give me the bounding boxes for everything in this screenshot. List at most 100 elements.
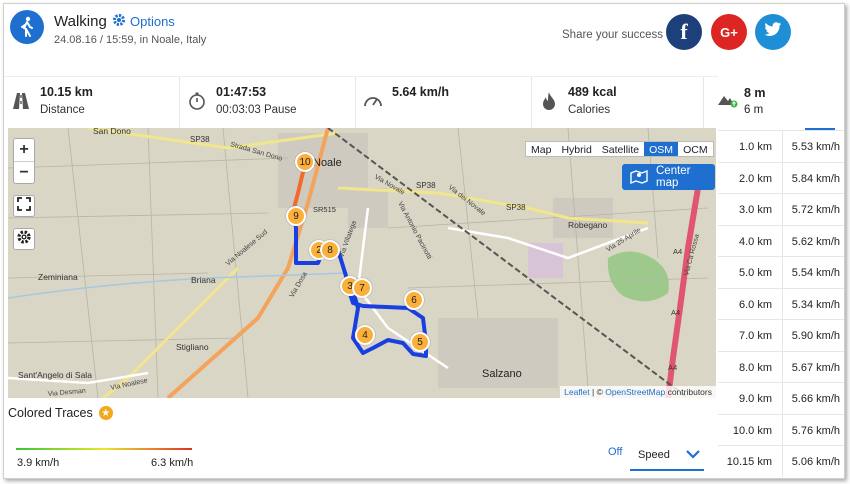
walking-person-icon	[10, 10, 44, 44]
colored-traces-label: Colored Traces	[8, 406, 93, 420]
split-distance: 5.0 km	[738, 267, 772, 279]
route-marker[interactable]: 6	[404, 290, 424, 310]
stat-calories: 489 kcal Calories	[538, 77, 704, 129]
place-label: Briana	[191, 275, 216, 285]
road-icon	[10, 90, 32, 112]
split-row: 10.15 km 5.06 km/h	[718, 445, 844, 477]
route-marker[interactable]: 7	[352, 278, 372, 298]
layer-ocm[interactable]: OCM	[678, 142, 713, 156]
split-row: 6.0 km 5.34 km/h	[718, 287, 844, 320]
split-speed: 5.76 km/h	[782, 414, 844, 446]
place-label: Salzano	[482, 368, 522, 380]
stat-value: 01:47:53	[216, 85, 267, 99]
place-label: Sant'Angelo di Sala	[18, 370, 92, 380]
split-speed: 5.06 km/h	[782, 446, 844, 477]
stat-duration: 01:47:53 00:03:03 Pause	[186, 77, 356, 129]
facebook-icon: f	[680, 19, 688, 44]
split-row: 10.0 km 5.76 km/h	[718, 413, 844, 446]
twitter-share-button[interactable]	[755, 14, 791, 50]
split-distance: 9.0 km	[738, 393, 772, 405]
split-distance: 3.0 km	[738, 204, 772, 216]
zoom-out-button[interactable]: −	[14, 161, 34, 183]
stat-value: 5.64 km/h	[392, 85, 449, 99]
route-marker[interactable]: 10	[295, 152, 315, 172]
road-label: A4	[673, 247, 682, 256]
fullscreen-icon	[17, 196, 31, 216]
mountain-up-icon	[718, 92, 738, 113]
split-row: 7.0 km 5.90 km/h	[718, 319, 844, 351]
divider	[531, 77, 532, 129]
split-speed: 5.34 km/h	[782, 288, 844, 320]
activity-header: Walking Options 24.08.16 / 15:59, in Noa…	[4, 4, 844, 66]
split-speed: 5.53 km/h	[782, 131, 844, 162]
layer-map[interactable]: Map	[526, 142, 556, 156]
split-row: 5.0 km 5.54 km/h	[718, 256, 844, 288]
divider	[703, 77, 704, 129]
googleplus-icon: G+	[720, 24, 738, 40]
split-distance: 2.0 km	[738, 172, 772, 185]
traces-off-button[interactable]: Off	[608, 446, 622, 458]
layer-hybrid[interactable]: Hybrid	[556, 142, 596, 156]
split-row: 4.0 km 5.62 km/h	[718, 224, 844, 257]
split-row: 8.0 km 5.67 km/h	[718, 350, 844, 383]
facebook-share-button[interactable]: f	[666, 14, 702, 50]
road-label: SP38	[416, 181, 436, 190]
split-speed: 5.72 km/h	[782, 194, 844, 225]
route-marker[interactable]: 5	[410, 332, 430, 352]
split-speed: 5.67 km/h	[782, 351, 844, 383]
split-distance: 4.0 km	[738, 235, 772, 248]
elevation-down: 6 m	[744, 104, 764, 116]
stat-value: 10.15 km	[40, 85, 93, 99]
route-marker[interactable]: 4	[355, 325, 375, 345]
divider	[179, 77, 180, 129]
stat-label: 00:03:03 Pause	[216, 104, 297, 116]
road-label: A4	[668, 363, 677, 372]
split-row: 9.0 km 5.66 km/h	[718, 382, 844, 414]
map-layer-switcher: Map Hybrid Satellite OSM OCM	[525, 141, 714, 157]
options-label: Options	[130, 14, 175, 29]
stat-value: 489 kcal	[568, 85, 617, 99]
googleplus-share-button[interactable]: G+	[711, 14, 747, 50]
speed-gradient-legend	[16, 448, 192, 450]
activity-title: Walking	[54, 13, 107, 30]
place-label: San Dono	[93, 128, 131, 136]
split-row: 1.0 km 5.53 km/h	[718, 130, 844, 162]
route-marker[interactable]: 9	[286, 206, 306, 226]
leaflet-link[interactable]: Leaflet	[564, 387, 590, 397]
fullscreen-button[interactable]	[13, 195, 35, 217]
elevation-up: 8 m	[744, 86, 766, 100]
metric-value: Speed	[638, 449, 670, 461]
map-attribution: Leaflet | © OpenStreetMap contributors	[560, 386, 716, 398]
star-icon[interactable]: ★	[98, 406, 113, 420]
layer-satellite[interactable]: Satellite	[597, 142, 644, 156]
options-button[interactable]: Options	[112, 13, 175, 30]
center-map-label: Center map	[656, 165, 691, 189]
split-distance: 6.0 km	[738, 298, 772, 311]
route-marker[interactable]: 8	[320, 240, 340, 260]
gradient-min: 3.9 km/h	[17, 457, 60, 469]
split-distance: 1.0 km	[738, 141, 772, 153]
route-map[interactable]: San Dono Noale Zeminiana Briana Stiglian…	[8, 128, 716, 398]
stat-distance: 10.15 km Distance	[10, 77, 180, 129]
place-label: Noale	[313, 157, 342, 169]
map-tiles: San Dono Noale Zeminiana Briana Stiglian…	[8, 128, 716, 398]
center-map-button[interactable]: Center map	[622, 164, 715, 190]
splits-panel: 8 m 6 m 1.0 km 5.53 km/h 2.0 km 5.84 km/h 3.…	[718, 76, 844, 478]
gear-icon	[16, 229, 32, 250]
traces-metric-select[interactable]: Speed	[630, 441, 704, 471]
split-speed: 5.54 km/h	[782, 257, 844, 288]
split-distance: 8.0 km	[738, 361, 772, 374]
place-label: Robegano	[568, 220, 608, 230]
map-settings-button[interactable]	[13, 228, 35, 250]
twitter-bird-icon	[764, 22, 782, 42]
zoom-in-button[interactable]: +	[14, 139, 34, 161]
split-speed: 5.90 km/h	[782, 320, 844, 351]
split-row: 3.0 km 5.72 km/h	[718, 193, 844, 225]
map-pin-icon	[630, 168, 648, 187]
share-label: Share your success	[562, 29, 663, 41]
flame-icon	[538, 90, 560, 112]
osm-link[interactable]: OpenStreetMap	[605, 387, 665, 397]
split-speed: 5.62 km/h	[782, 225, 844, 257]
layer-osm[interactable]: OSM	[644, 142, 679, 156]
speedometer-icon	[362, 90, 384, 112]
